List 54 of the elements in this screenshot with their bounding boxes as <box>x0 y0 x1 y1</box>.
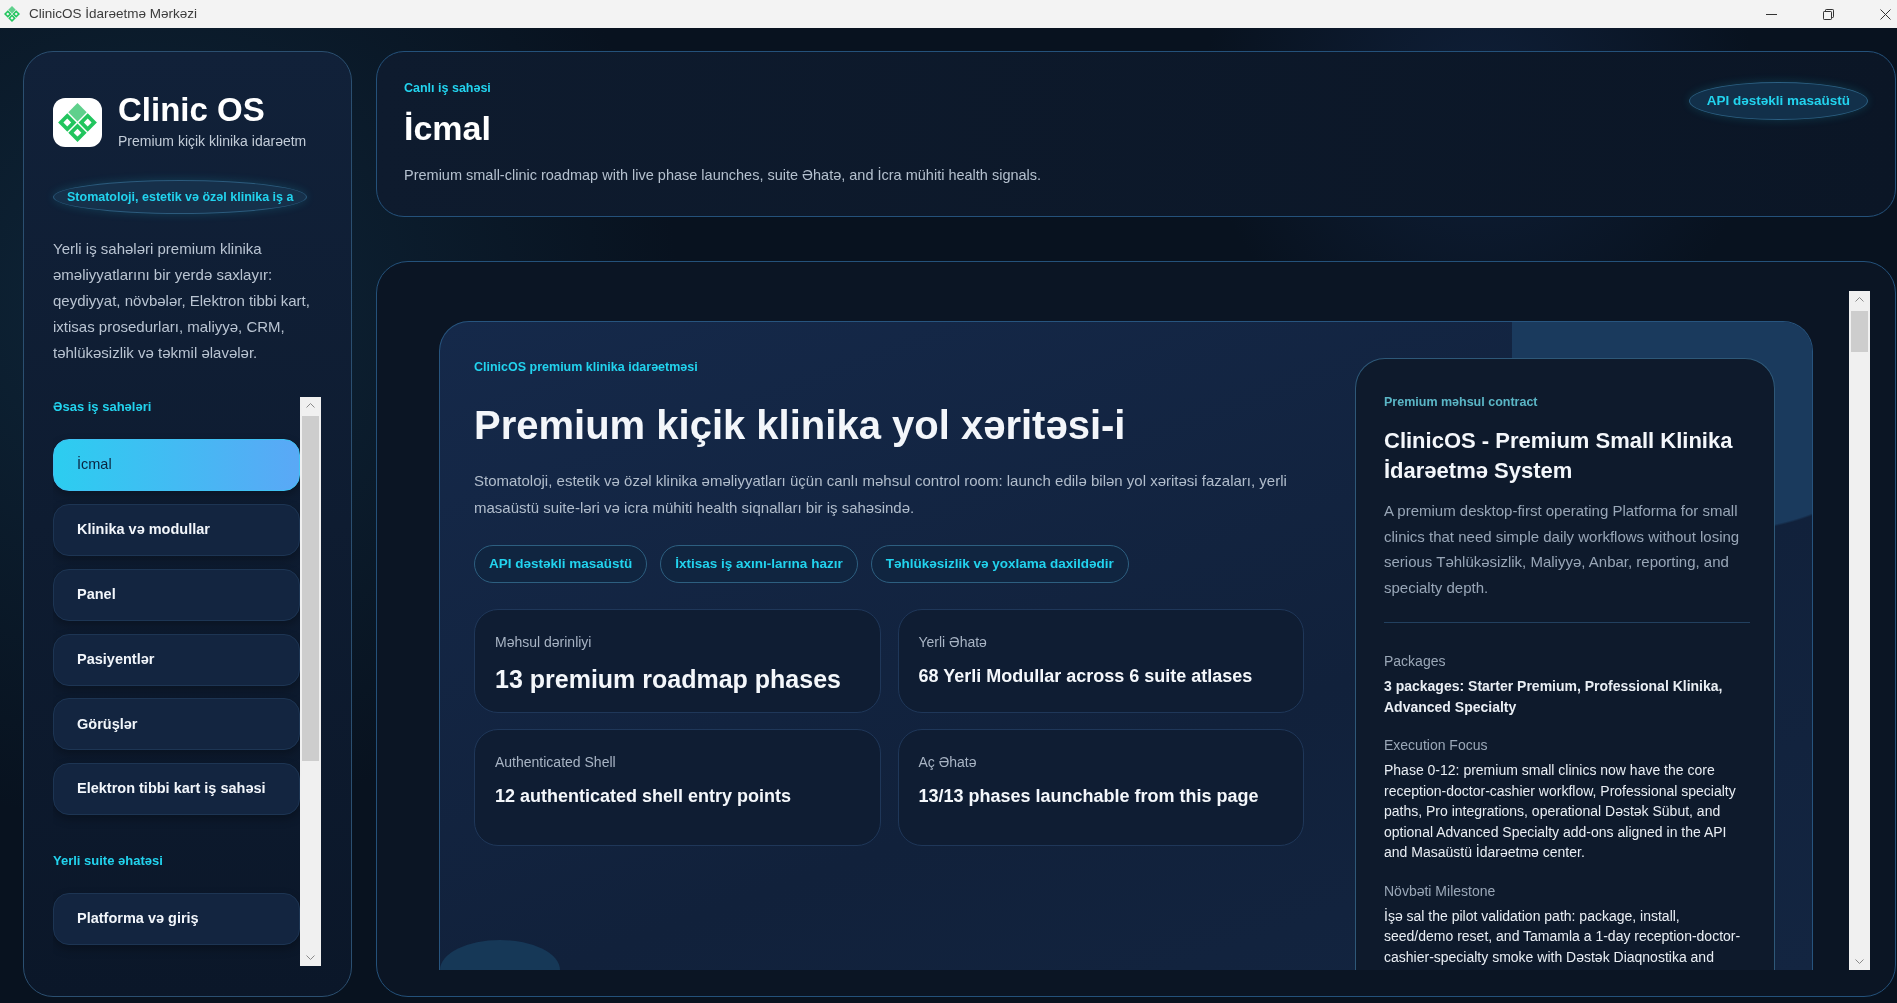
stat-label: Aç Əhatə <box>918 753 978 772</box>
close-icon[interactable] <box>1880 8 1891 20</box>
sidebar-description: Yerli iş sahələri premium klinika əməliyyatlarını bir yerdə saxlayır: qeydiyyat, növbələr, Elektron tibbi kart, ixtisas prosedurları, maliyyə, CRM, təhlükəsizlik və təkmil əlavələr. <box>53 239 311 364</box>
contract-title: ClinicOS - Premium Small Klinika İdarəetmə System <box>1384 427 1734 485</box>
contract-description: A premium desktop-first operating Platforma for small clinics that need simple daily workflows without losing serious Təhlükəsizlik, Maliyyə, Anbar, reporting, and specialty depth. <box>1384 501 1741 598</box>
nav-item[interactable]: Platforma və giriş <box>53 893 300 946</box>
brand-name: Clinic OS <box>118 92 266 129</box>
scrollbar-track[interactable] <box>300 397 321 966</box>
page-title: İcmal <box>404 108 492 149</box>
nav-item[interactable]: İcmal <box>53 439 300 492</box>
hero-title: Premium kiçik klinika yol xəritəsi-i <box>474 402 1127 449</box>
logo-icon <box>53 97 102 147</box>
feature-tag: İxtisas iş axını-larına hazır <box>660 545 858 583</box>
stat-value: 13/13 phases launchable from this page <box>918 785 1260 808</box>
detail-label: Növbəti Milestone <box>1384 882 1497 899</box>
detail-value: 3 packages: Starter Premium, Professional Klinika, Advanced Specialty <box>1384 677 1724 717</box>
detail-value: İşə sal the pilot validation path: package, install, seed/demo reset, and Tamamla a 1-day reception-doctor-cashier-specialty smoke with Dəstək Diaqnostika and <box>1384 906 1742 967</box>
stat-value: 13 premium roadmap phases <box>495 664 842 695</box>
section-label: Yerli suite əhatəsi <box>53 853 164 869</box>
section-label: Əsas iş sahələri <box>53 399 153 415</box>
app-icon <box>4 6 20 22</box>
stat-label: Məhsul dərinliyi <box>495 633 593 652</box>
stat-label: Authenticated Shell <box>495 753 617 772</box>
nav-item[interactable]: Görüşlər <box>53 698 300 751</box>
nav-item[interactable]: Elektron tibbi kart iş sahəsi <box>53 763 300 816</box>
scroll-up-icon[interactable] <box>306 403 315 409</box>
detail-label: Packages <box>1384 653 1447 669</box>
stat-label: Yerli Əhatə <box>918 633 988 652</box>
api-badge: API dəstəkli masaüstü <box>1688 82 1868 120</box>
nav-item[interactable]: Panel <box>53 568 300 621</box>
minimize-icon[interactable] <box>1766 13 1777 15</box>
nav-item[interactable]: Klinika və modullar <box>53 504 300 557</box>
scrollbar-thumb[interactable] <box>302 416 319 762</box>
nav-item[interactable]: Pasiyentlər <box>53 633 300 686</box>
stat-value: 12 authenticated shell entry points <box>495 785 793 808</box>
detail-value: Phase 0-12: premium small clinics now have the core reception-doctor-cashier workflow, Professional specialty paths, Pro integrations, operational Dəstək Sübut, and optional Advanced Specialty add-ons aligned in the API and Masaüstü İdarəetmə center. <box>1384 761 1737 862</box>
restore-icon[interactable] <box>1823 8 1834 20</box>
scrollbar-thumb[interactable] <box>1851 311 1868 352</box>
header-eyebrow: Canlı iş sahəsi <box>404 81 492 96</box>
hero-eyebrow: ClinicOS premium klinika idarəetməsi <box>474 360 699 375</box>
feature-tag: Təhlükəsizlik və yoxlama daxildədir <box>870 545 1129 583</box>
scroll-down-icon[interactable] <box>306 955 315 960</box>
scroll-up-icon[interactable] <box>1855 297 1864 302</box>
scroll-down-icon[interactable] <box>1855 959 1864 964</box>
window-title: ClinicOS İdarəetmə Mərkəzi <box>29 4 198 23</box>
hero-description: Stomatoloji, estetik və özəl klinika əməliyyatları üçün canlı məhsul control room: launch edilə bilən yol xəritəsi fazaları, yerli masaüstü suite-ləri və icra mühiti health siqnalları bir iş sahəsində. <box>474 471 1288 518</box>
detail-label: Execution Focus <box>1384 737 1489 753</box>
stat-value: 68 Yerli Modullar across 6 suite atlases <box>918 665 1254 688</box>
specialty-badge: Stomatoloji, estetik və özəl klinika iş a <box>53 180 308 215</box>
scrollbar-track[interactable] <box>1849 291 1870 970</box>
page-description: Premium small-clinic roadmap with live phase launches, suite Əhatə, and İcra mühiti health signals. <box>404 166 1042 185</box>
brand-tagline: Premium kiçik klinika idarəetm <box>118 132 307 152</box>
contract-eyebrow: Premium məhsul contract <box>1384 395 1539 410</box>
feature-tag: API dəstəkli masaüstü <box>474 545 648 583</box>
